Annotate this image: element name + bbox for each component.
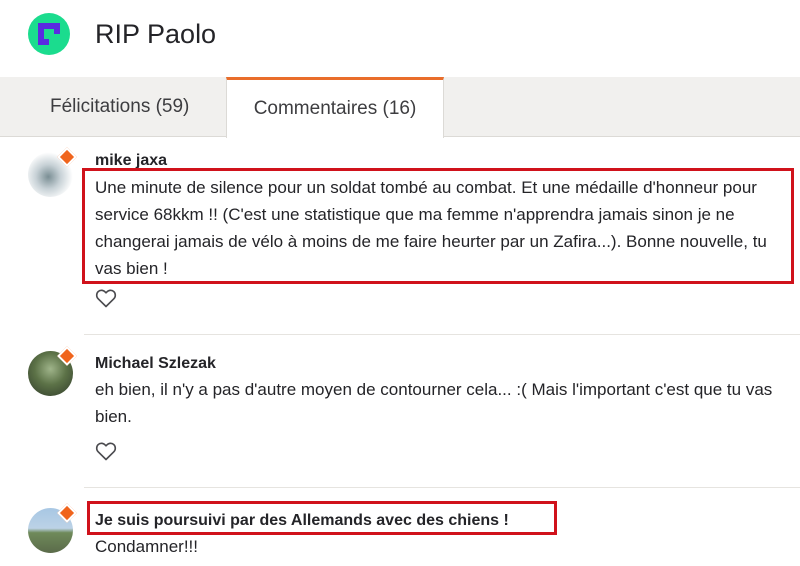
page-title: RIP Paolo — [95, 19, 217, 49]
tab-felicitations[interactable]: Félicitations (59) — [28, 77, 211, 137]
divider — [84, 487, 800, 488]
club-logo-icon[interactable] — [28, 13, 70, 55]
comment-list: mike jaxa Une minute de silence pour un … — [0, 138, 800, 566]
comment-author[interactable]: Michael Szlezak — [95, 355, 216, 373]
heart-outline-icon[interactable] — [94, 286, 118, 310]
divider — [84, 334, 800, 335]
comment-text: Une minute de silence pour un soldat tom… — [95, 178, 767, 278]
comment-author[interactable]: Je suis poursuivi par des Allemands avec… — [95, 512, 509, 530]
comment-author[interactable]: mike jaxa — [95, 152, 167, 170]
tab-bar: Félicitations (59) Commentaires (16) — [0, 77, 800, 138]
heart-outline-icon[interactable] — [94, 439, 118, 463]
comment-text: Condamner!!! — [95, 537, 198, 556]
comment-text: eh bien, il n'y a pas d'autre moyen de c… — [95, 380, 773, 426]
tab-commentaires[interactable]: Commentaires (16) — [226, 77, 444, 138]
app-header: RIP Paolo — [0, 0, 800, 77]
logo-mark — [38, 23, 60, 45]
